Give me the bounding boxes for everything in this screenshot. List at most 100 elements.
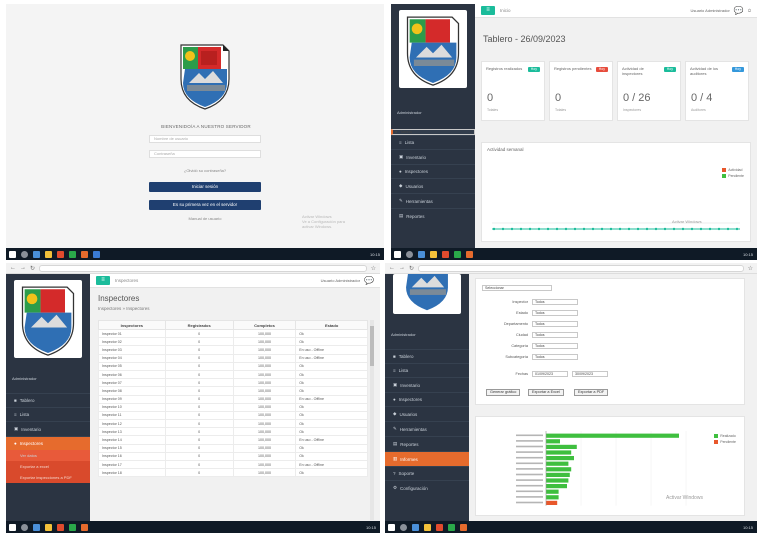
chat-icon[interactable]: 💬 bbox=[734, 6, 744, 15]
sidebar-item-usuarios[interactable]: ◆ Usuarios bbox=[385, 406, 469, 421]
edge-icon[interactable] bbox=[33, 523, 40, 531]
bar[interactable] bbox=[546, 439, 560, 444]
sidebar-item-inventario[interactable]: ▣ Inventario bbox=[391, 149, 475, 164]
bar[interactable] bbox=[546, 495, 559, 500]
sidebar-item-herramientas[interactable]: ✎ Herramientas bbox=[385, 421, 469, 436]
table-row[interactable]: Inspector 04 0 100,000 En uso - Offline bbox=[98, 353, 368, 363]
sidebar-item-lista[interactable]: ≡ Lista bbox=[391, 135, 475, 149]
sidebar-item-lista[interactable]: ≡ Lista bbox=[6, 407, 90, 421]
chrome-icon[interactable] bbox=[57, 523, 64, 531]
date-to-input[interactable]: 30/09/2023 bbox=[572, 371, 608, 377]
excel-icon[interactable] bbox=[69, 250, 76, 258]
forward-icon[interactable]: → bbox=[20, 265, 26, 271]
table-row[interactable]: Inspector 07 0 100,000 Ok bbox=[98, 378, 368, 388]
sidebar-item-tablero[interactable]: ■ Tablero bbox=[385, 349, 469, 363]
table-row[interactable]: Inspector 13 0 100,000 Ok bbox=[98, 427, 368, 437]
back-icon[interactable]: ← bbox=[389, 265, 395, 271]
filter-select[interactable]: Todos bbox=[532, 299, 578, 305]
filter-select[interactable]: Todos bbox=[532, 310, 578, 316]
bar[interactable] bbox=[546, 433, 679, 438]
bar[interactable] bbox=[546, 467, 572, 472]
search-icon[interactable] bbox=[400, 523, 407, 531]
sidebar-subitem-ver-datos[interactable]: Ver datos bbox=[6, 450, 90, 461]
edge-icon[interactable] bbox=[418, 250, 425, 258]
bar[interactable] bbox=[546, 489, 559, 494]
sidebar-item-inspectores[interactable]: ● Inspectores bbox=[6, 436, 90, 450]
excel-icon[interactable] bbox=[69, 523, 76, 531]
sidebar-subitem-exportar-pdf[interactable]: Exportar inspecciones a PDF bbox=[6, 472, 90, 483]
sidebar-item-herramientas[interactable]: ✎ Herramientas bbox=[391, 193, 475, 208]
bar[interactable] bbox=[546, 484, 567, 489]
sidebar-item-tablero[interactable]: ■ Tablero bbox=[6, 393, 90, 407]
forgot-password-link[interactable]: ¿Olvidó su contraseña? bbox=[149, 168, 261, 173]
sidebar-item-reportes[interactable]: ▤ Reportes bbox=[385, 436, 469, 451]
filter-select[interactable]: Todos bbox=[532, 332, 578, 338]
table-row[interactable]: Inspector 01 0 100,000 Ok bbox=[98, 328, 368, 339]
sidebar-item-inspectores[interactable]: ● Inspectores bbox=[385, 392, 469, 406]
password-input[interactable]: Contraseña bbox=[149, 150, 261, 158]
column-header[interactable]: Inspectores bbox=[98, 320, 166, 330]
column-header[interactable]: Completos bbox=[232, 320, 297, 330]
login-button[interactable]: Iniciar sesión bbox=[149, 182, 261, 192]
generate-chart-button[interactable]: Generar gráfico bbox=[486, 389, 521, 396]
table-row[interactable]: Inspector 14 0 100,000 En uso - Offline bbox=[98, 435, 368, 445]
sidebar-item-configuracion[interactable]: ⚙ Configuración bbox=[385, 480, 469, 495]
windows-start-icon[interactable] bbox=[388, 523, 395, 531]
table-row[interactable]: Inspector 15 0 100,000 Ok bbox=[98, 443, 368, 453]
sidebar-item-inspectores[interactable]: ● Inspectores bbox=[391, 164, 475, 178]
menu-toggle-button[interactable]: ≡ bbox=[481, 6, 495, 15]
filter-select[interactable]: Todos bbox=[532, 354, 578, 360]
app-icon[interactable] bbox=[81, 523, 88, 531]
table-row[interactable]: Inspector 11 0 100,000 Ok bbox=[98, 410, 368, 421]
export-excel-button[interactable]: Exportar a Excel bbox=[528, 389, 564, 396]
reload-icon[interactable]: ↻ bbox=[30, 265, 35, 272]
sidebar-item-inventario[interactable]: ▣ Inventario bbox=[6, 421, 90, 436]
bar[interactable] bbox=[546, 456, 574, 461]
folder-icon[interactable] bbox=[424, 523, 431, 531]
column-header[interactable]: Registrados bbox=[164, 320, 234, 330]
sidebar-item-inventario[interactable]: ▣ Inventario bbox=[385, 377, 469, 392]
star-icon[interactable]: ☆ bbox=[371, 265, 376, 272]
windows-start-icon[interactable] bbox=[394, 250, 401, 258]
table-row[interactable]: Inspector 17 0 100,000 En uso - Offline bbox=[98, 459, 368, 470]
table-row[interactable]: Inspector 08 0 100,000 Ok bbox=[98, 386, 368, 396]
edge-icon[interactable] bbox=[33, 250, 40, 258]
table-row[interactable]: Inspector 05 0 100,000 Ok bbox=[98, 361, 368, 371]
chrome-icon[interactable] bbox=[436, 523, 443, 531]
excel-icon[interactable] bbox=[448, 523, 455, 531]
address-bar[interactable] bbox=[418, 264, 744, 272]
sidebar-subitem-exportar-excel[interactable]: Exportar a excel bbox=[6, 461, 90, 472]
table-row[interactable]: Inspector 06 0 100,000 Ok bbox=[98, 369, 368, 380]
filter-select[interactable]: Todos bbox=[532, 343, 578, 349]
logout-link[interactable]: ⏻ bbox=[748, 8, 751, 13]
address-bar[interactable] bbox=[39, 264, 367, 272]
filter-select[interactable]: Todos bbox=[532, 321, 578, 327]
first-time-button[interactable]: Es su primera vez en el servidor bbox=[149, 200, 261, 210]
chat-icon[interactable]: 💬 bbox=[364, 276, 374, 285]
bar[interactable] bbox=[546, 444, 577, 449]
table-row[interactable]: Inspector 02 0 100,000 Ok bbox=[98, 337, 368, 347]
app-icon[interactable] bbox=[460, 523, 467, 531]
folder-icon[interactable] bbox=[45, 523, 52, 531]
star-icon[interactable]: ☆ bbox=[748, 265, 753, 272]
table-scrollbar[interactable] bbox=[370, 320, 374, 520]
back-icon[interactable]: ← bbox=[10, 265, 16, 271]
scrollbar-thumb[interactable] bbox=[370, 326, 374, 366]
sidebar-item-soporte[interactable]: ? Soporte bbox=[385, 466, 469, 480]
forward-icon[interactable]: → bbox=[399, 265, 405, 271]
date-from-input[interactable]: 01/09/2023 bbox=[532, 371, 568, 377]
table-row[interactable]: Inspector 09 0 100,000 En uso - Offline bbox=[98, 394, 368, 404]
chrome-icon[interactable] bbox=[57, 250, 64, 258]
app-icon[interactable] bbox=[81, 250, 88, 258]
bar[interactable] bbox=[546, 472, 570, 477]
search-icon[interactable] bbox=[21, 523, 28, 531]
bar[interactable] bbox=[546, 478, 569, 483]
bar[interactable] bbox=[546, 500, 558, 505]
folder-icon[interactable] bbox=[45, 250, 52, 258]
windows-start-icon[interactable] bbox=[9, 523, 16, 531]
sidebar-item-lista[interactable]: ≡ Lista bbox=[385, 363, 469, 377]
table-row[interactable]: Inspector 12 0 100,000 Ok bbox=[98, 419, 368, 429]
menu-toggle-button[interactable]: ≡ bbox=[96, 276, 110, 285]
windows-start-icon[interactable] bbox=[9, 250, 16, 258]
table-row[interactable]: Inspector 10 0 100,000 Ok bbox=[98, 402, 368, 412]
